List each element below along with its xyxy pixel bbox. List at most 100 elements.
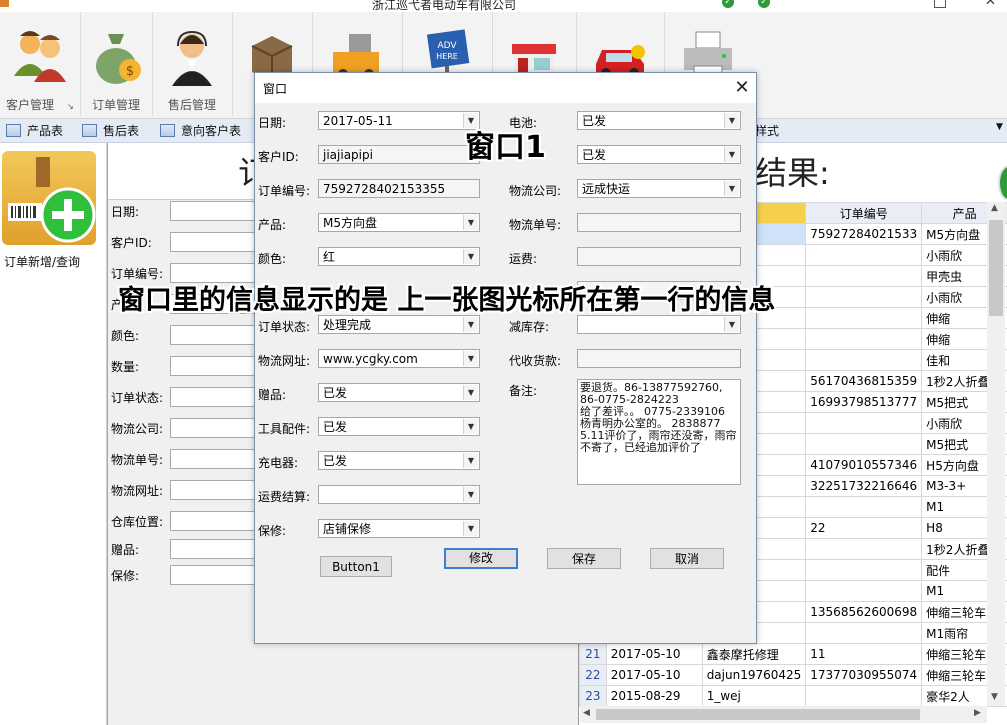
tab-aftersales-table[interactable]: 售后表 [82, 122, 139, 139]
table-cell[interactable]: 17377030955074 [805, 664, 923, 686]
close-window-button[interactable]: ✕ [985, 0, 996, 9]
table-cell[interactable]: 13568562600698 [805, 601, 923, 623]
table-cell[interactable] [805, 622, 923, 644]
chevron-down-icon[interactable]: ▼ [724, 113, 739, 128]
table-cell[interactable]: 2017-05-10 [605, 643, 703, 665]
dialog-combo-box[interactable]: 已发 ▼ [318, 451, 480, 470]
table-cell[interactable] [805, 328, 923, 350]
dialog-combo-box[interactable]: 远成快运 ▼ [577, 179, 741, 198]
maximize-button[interactable] [934, 0, 946, 8]
ribbon-group-customers[interactable]: 客户管理 ↘ [0, 12, 81, 116]
column-header[interactable]: 订单编号 [805, 202, 923, 224]
dialog-combo-box[interactable]: ▼ [318, 485, 480, 504]
dialog-combo-box[interactable]: 已发 ▼ [318, 383, 480, 402]
table-cell[interactable] [805, 580, 923, 602]
tab-style[interactable]: 样式 [755, 122, 779, 139]
notes-textarea[interactable]: 要退货。86-13877592760, 86-0775-2824223 给了差评… [577, 379, 741, 485]
dialog-text-field[interactable] [577, 213, 741, 232]
table-cell[interactable] [805, 286, 923, 308]
chevron-down-icon[interactable]: ▼ [463, 453, 478, 468]
row-number[interactable]: 22 [579, 664, 607, 686]
modify-button[interactable]: 修改 [444, 548, 518, 569]
ribbon-group-orders[interactable]: $ 订单管理 [80, 12, 153, 116]
table-cell[interactable]: 41079010557346 [805, 454, 923, 476]
table-cell[interactable] [805, 412, 923, 434]
chevron-down-icon[interactable]: ▼ [724, 181, 739, 196]
dialog-combo-box[interactable]: 红 ▼ [318, 247, 480, 266]
table-cell[interactable] [805, 349, 923, 371]
dialog-combo-box[interactable]: 处理完成 ▼ [318, 315, 480, 334]
ribbon-group-aftersales[interactable]: 售后管理 [152, 12, 233, 116]
dialog-combo-box[interactable]: www.ycgky.com ▼ [318, 349, 480, 368]
dialog-close-button[interactable]: ✕ [729, 75, 755, 101]
dialog-text-field[interactable]: jiajiapipi [318, 145, 480, 164]
dialog-text-field[interactable] [577, 247, 741, 266]
tab-prospect-table[interactable]: 意向客户表 [160, 122, 241, 139]
table-cell[interactable]: 2015-08-29 [605, 685, 703, 707]
dialog-field-label: 颜色: [258, 252, 287, 266]
cancel-button[interactable]: 取消 [650, 548, 724, 569]
table-cell[interactable]: 32251732216646 [805, 475, 923, 497]
dialog-combo-box[interactable]: 店铺保修 ▼ [318, 519, 480, 538]
scroll-down-icon[interactable]: ▼ [991, 692, 998, 702]
tab-product-table[interactable]: 产品表 [6, 122, 63, 139]
table-cell[interactable] [805, 265, 923, 287]
table-cell[interactable] [805, 685, 923, 707]
table-cell[interactable]: 1_wej [701, 685, 807, 707]
table-row[interactable]: 22 2017-05-10 dajun19760425 17377030955074 伸… [579, 664, 1007, 686]
dialog-combo-box[interactable]: 已发 ▼ [318, 417, 480, 436]
table-cell[interactable]: 鑫泰摩托修理 [701, 643, 807, 665]
dialog-combo-box[interactable]: 2017-05-11 ▼ [318, 111, 480, 130]
chevron-down-icon[interactable]: ▼ [463, 215, 478, 230]
vertical-scroll-thumb[interactable] [989, 220, 1003, 316]
table-cell[interactable]: 22 [805, 517, 923, 539]
table-cell[interactable]: 2017-05-10 [605, 664, 703, 686]
horizontal-scroll-thumb[interactable] [596, 709, 920, 720]
order-add-query-tile[interactable] [2, 151, 96, 245]
chevron-down-icon[interactable]: ▼ [463, 521, 478, 536]
table-cell[interactable]: dajun19760425 [701, 664, 807, 686]
form-field-label: 日期: [111, 205, 140, 219]
dialog-field-label: 物流网址: [258, 354, 311, 368]
table-cell[interactable] [805, 307, 923, 329]
chevron-down-icon[interactable]: ▼ [463, 419, 478, 434]
table-icon [6, 124, 21, 137]
table-cell[interactable] [805, 244, 923, 266]
chevron-down-icon[interactable]: ▼ [463, 351, 478, 366]
table-cell[interactable]: 16993798513777 [805, 391, 923, 413]
dialog-combo-box[interactable]: 已发 ▼ [577, 111, 741, 130]
chevron-down-icon[interactable]: ▼ [463, 317, 478, 332]
dialog-combo-box[interactable]: M5方向盘 ▼ [318, 213, 480, 232]
table-cell[interactable]: 11 [805, 643, 923, 665]
dialog-text-field[interactable]: 7592728402153355 [318, 179, 480, 198]
table-cell[interactable] [805, 496, 923, 518]
table-row[interactable]: 23 2015-08-29 1_wej 豪华2人 [579, 685, 1007, 707]
chevron-down-icon[interactable]: ▼ [463, 385, 478, 400]
scroll-left-icon[interactable]: ◀ [583, 708, 590, 718]
dialog-text-field[interactable] [577, 349, 741, 368]
row-number[interactable]: 23 [579, 685, 607, 707]
dialog-launcher-icon[interactable]: ↘ [67, 102, 74, 111]
save-button[interactable]: 保存 [547, 548, 621, 569]
button1[interactable]: Button1 [320, 556, 392, 577]
app-icon [0, 0, 9, 7]
table-cell[interactable]: 75927284021533 [805, 223, 923, 245]
chevron-down-icon[interactable]: ▼ [724, 147, 739, 162]
table-row[interactable]: 21 2017-05-10 鑫泰摩托修理 11 伸缩三轮车 [579, 643, 1007, 665]
field-value: 处理完成 [323, 318, 372, 332]
chevron-down-icon[interactable]: ▼ [463, 487, 478, 502]
scroll-right-icon[interactable]: ▶ [974, 708, 981, 718]
table-cell[interactable] [805, 559, 923, 581]
scroll-up-icon[interactable]: ▲ [991, 203, 998, 213]
table-cell[interactable] [805, 433, 923, 455]
form-field-label: 客户ID: [111, 236, 152, 250]
chevron-down-icon[interactable]: ▼ [724, 317, 739, 332]
table-cell[interactable]: 56170436815359 [805, 370, 923, 392]
dialog-combo-box[interactable]: 已发 ▼ [577, 145, 741, 164]
tabs-dropdown-icon[interactable]: ▼ [996, 122, 1003, 132]
dialog-combo-box[interactable]: ▼ [577, 315, 741, 334]
table-cell[interactable] [805, 538, 923, 560]
chevron-down-icon[interactable]: ▼ [463, 249, 478, 264]
dialog-field-label: 日期: [258, 116, 287, 130]
row-number[interactable]: 21 [579, 643, 607, 665]
